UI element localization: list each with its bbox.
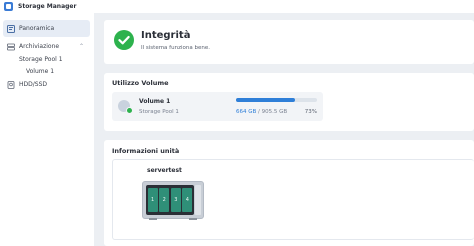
sidebar-subitem-volume-1[interactable]: Volume 1 [26, 68, 54, 75]
section-title: Informazioni unità [112, 147, 180, 155]
disk-icon [7, 80, 15, 89]
nas-foot [189, 218, 197, 220]
health-panel: Integrità Il sistema funziona bene. [104, 20, 474, 64]
drive-bay[interactable]: 4 [182, 188, 193, 212]
sidebar-item-label: HDD/SSD [19, 81, 48, 88]
volume-card[interactable]: Volume 1 Storage Pool 1 664 GB / 905.5 G… [112, 92, 323, 121]
server-name: servertest [147, 167, 182, 174]
status-ok-icon [126, 107, 133, 114]
sidebar: Panoramica Archiviazione ⌃ Storage Pool … [0, 13, 94, 246]
usage-total: / 905.5 GB [258, 109, 288, 115]
drive-bay[interactable]: 3 [170, 188, 181, 212]
sidebar-item-label: Panoramica [19, 25, 55, 32]
sidebar-item-archiviazione[interactable]: Archiviazione ⌃ [3, 38, 90, 55]
usage-progress-fill [236, 98, 296, 102]
overview-icon [7, 24, 15, 33]
nas-drive-bays: 1 2 3 4 [146, 185, 194, 215]
sidebar-item-hdd-ssd[interactable]: HDD/SSD [3, 76, 90, 93]
volume-pool-name: Storage Pool 1 [139, 109, 179, 115]
usage-percent: 73% [304, 109, 317, 115]
section-title: Utilizzo Volume [112, 79, 169, 87]
chevron-up-icon[interactable]: ⌃ [79, 43, 84, 50]
usage-used: 664 GB [236, 109, 257, 115]
sidebar-item-label: Archiviazione [19, 43, 60, 50]
storage-manager-icon [4, 2, 13, 11]
sidebar-item-panoramica[interactable]: Panoramica [3, 20, 90, 37]
usage-progress-bar [236, 98, 317, 102]
sidebar-subitem-storage-pool-1[interactable]: Storage Pool 1 [19, 56, 63, 63]
unit-card: servertest 1 2 3 4 [112, 159, 474, 240]
app-title: Storage Manager [18, 3, 77, 10]
unit-info-panel: Informazioni unità servertest 1 2 3 4 [104, 140, 474, 246]
drive-bay[interactable]: 1 [147, 188, 158, 212]
health-title: Integrità [141, 30, 191, 41]
nas-side-panel [195, 185, 201, 215]
usage-text: 664 GB / 905.5 GB [236, 109, 287, 115]
health-subtitle: Il sistema funziona bene. [141, 45, 210, 51]
nas-foot [149, 218, 157, 220]
nas-device-image: 1 2 3 4 [142, 181, 204, 220]
volume-name: Volume 1 [139, 98, 171, 105]
volume-usage-panel: Utilizzo Volume Volume 1 Storage Pool 1 … [104, 73, 474, 131]
drive-bay[interactable]: 2 [159, 188, 170, 212]
storage-icon [7, 43, 15, 50]
title-bar: Storage Manager [0, 0, 474, 13]
check-circle-icon [114, 30, 134, 50]
